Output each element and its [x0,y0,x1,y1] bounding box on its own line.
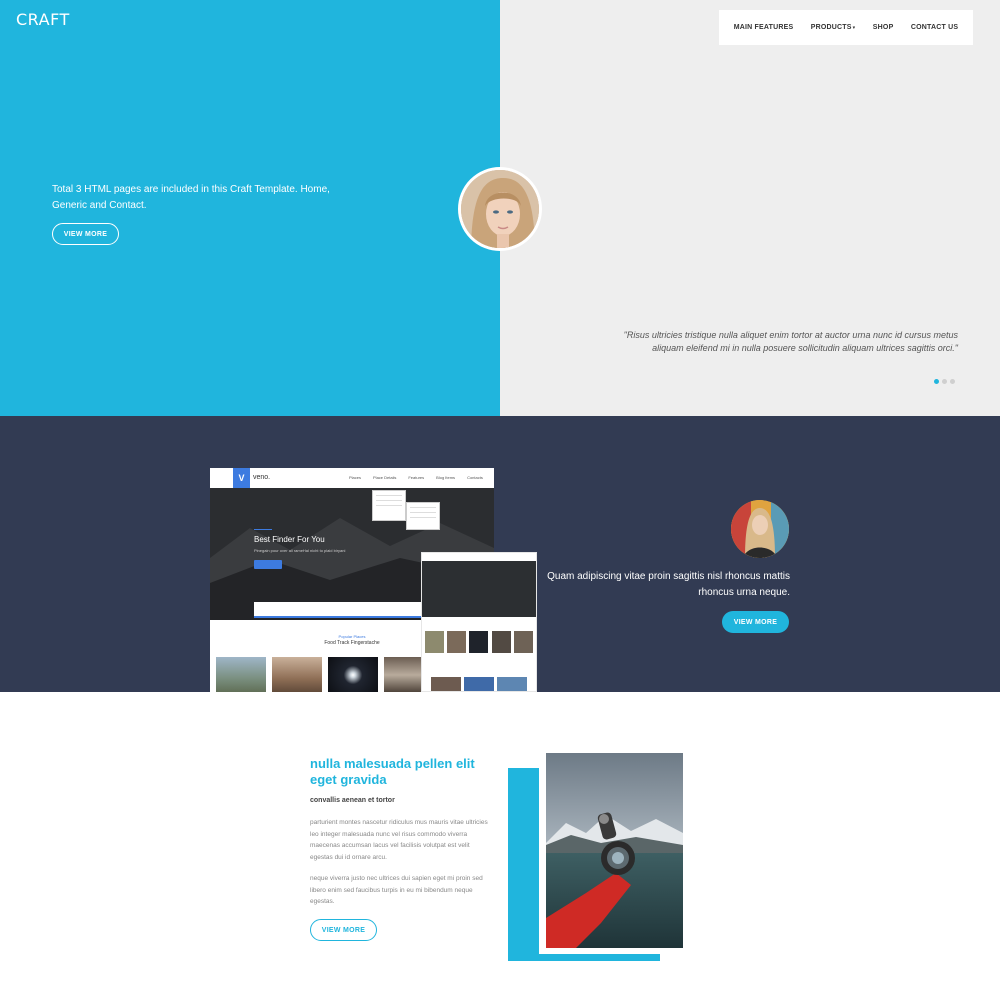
mockup-brand: veno. [253,474,271,481]
chevron-down-icon: ▾ [852,25,856,31]
hero-description: Total 3 HTML pages are included in this … [52,184,330,211]
feature-title: nulla malesuada pellen elit eget gravida [310,756,475,787]
main-nav: MAIN FEATURES PRODUCTS▾ SHOP CONTACT US [719,10,973,45]
nav-main-features[interactable]: MAIN FEATURES [734,24,794,31]
mockup-logo-icon: V [233,468,250,488]
nav-shop[interactable]: SHOP [873,24,894,31]
showcase-view-more-button[interactable]: VIEW MORE [722,611,789,633]
mockup-small-thumb [447,631,466,653]
mockup-small-navbar [422,553,536,561]
mockup-headline: Best Finder For You [254,535,325,544]
mockup-small-hero [422,561,536,617]
mockup-search-bar [254,602,444,618]
feature-view-more-button[interactable]: VIEW MORE [310,919,377,941]
mockup-small-thumb [431,677,461,691]
mockup-menu-item: Blog Items [436,475,456,480]
mockup-button [254,560,282,569]
testimonial-avatar [458,167,542,251]
mockup-menu-item: Contacts [467,475,483,480]
feature-paragraph: neque viverra justo nec ultrices dui sap… [310,875,483,905]
author-avatar [731,500,789,558]
feature-paragraph: parturient montes nascetur ridiculus mus… [310,819,488,861]
showcase-description: Quam adipiscing vitae proin sagittis nis… [547,571,790,598]
mockup-small-thumb [469,631,488,653]
slider-dot[interactable] [942,379,947,384]
slider-dot[interactable] [934,379,939,384]
nav-products[interactable]: PRODUCTS▾ [811,24,856,31]
decorative-frame [508,954,660,961]
site-logo[interactable]: CRAFT [16,10,70,29]
hero-view-more-button[interactable]: VIEW MORE [52,223,119,245]
mockup-subdropdown [406,502,440,530]
mockup-small-thumb [514,631,533,653]
compass-photo [546,753,683,948]
nav-products-label: PRODUCTS [810,24,852,31]
mockup-small-thumb [464,677,494,691]
nav-contact-us[interactable]: CONTACT US [911,24,958,31]
website-mockup-small [421,552,537,692]
showcase-section: V veno. Places Place Details Features Bl… [0,416,1000,692]
slider-dots [934,379,955,384]
mockup-small-thumb [497,677,527,691]
feature-subtitle: convallis aenean et tortor [310,797,395,804]
mockup-menu-item: Places [349,475,362,480]
mockup-menu-item: Place Details [373,475,397,480]
testimonial-quote: "Risus ultricies tristique nulla aliquet… [623,330,958,353]
mockup-photo-mountains [216,657,266,692]
mockup-subline: Pinegain pour over all rameHal nicht to … [254,548,346,553]
mockup-small-thumb [492,631,511,653]
mockup-accent-line [254,529,272,530]
hero-section: CRAFT MAIN FEATURES PRODUCTS▾ SHOP CONTA… [0,0,1000,416]
mockup-photo-fireworks [328,657,378,692]
mockup-menu-item: Features [408,475,425,480]
mockup-dropdown [372,490,406,521]
hand-holding-compass-image [546,753,683,948]
mockup-menu: Places Place Details Features Blog Items… [349,475,483,480]
decorative-frame [508,768,539,961]
mockup-photo-people [272,657,322,692]
mockup-small-thumb [425,631,444,653]
woman-portrait-image [731,500,789,558]
slider-dot[interactable] [950,379,955,384]
